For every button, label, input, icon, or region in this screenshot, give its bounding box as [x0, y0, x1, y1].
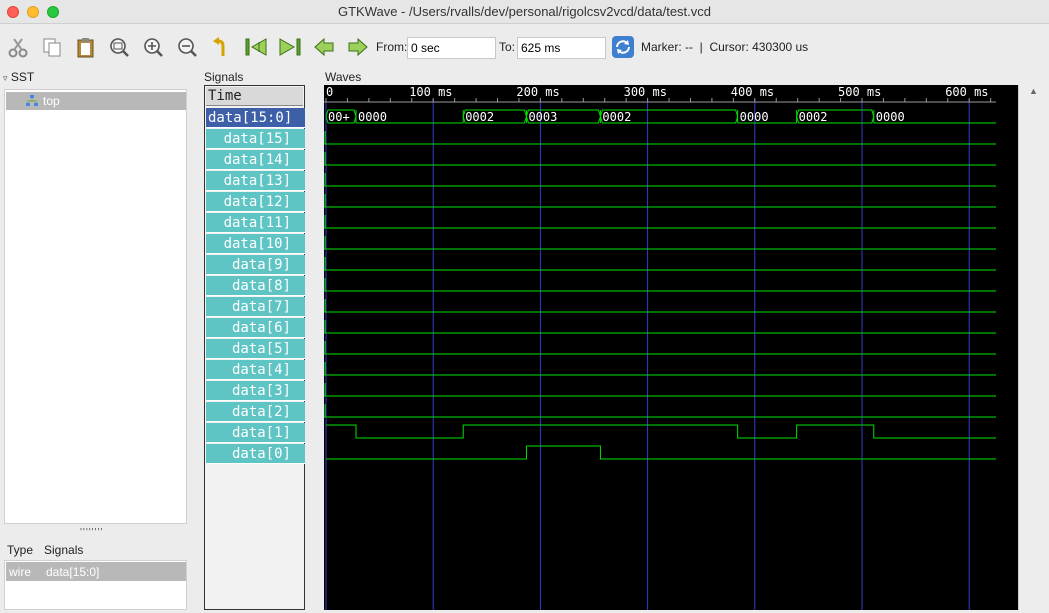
sst-tree-item-top[interactable]: top [6, 92, 186, 110]
zoom-to-end-button[interactable] [278, 35, 302, 59]
signal-row[interactable]: data[12] [206, 192, 305, 212]
copy-button[interactable] [40, 35, 64, 59]
clipboard-icon [77, 38, 94, 58]
window-title: GTKWave - /Users/rvalls/dev/personal/rig… [337, 4, 712, 19]
marker-cursor-readout: Marker: -- | Cursor: 430300 us [641, 40, 809, 54]
hierarchy-icon [26, 95, 38, 106]
paste-button[interactable] [74, 35, 98, 59]
signal-row[interactable]: data[13] [206, 171, 305, 191]
signal-row[interactable]: data[10] [206, 234, 305, 254]
sst-label: SST [10, 70, 35, 84]
signal-row[interactable]: data[8] [206, 276, 305, 296]
signal-row[interactable]: data[14] [206, 150, 305, 170]
bit1-wave [326, 424, 996, 439]
type-column-header: Type [7, 543, 34, 557]
signal-row[interactable]: data[1] [206, 423, 305, 443]
sst-tree-item-label: top [43, 94, 60, 108]
signal-type-row[interactable]: wire data[15:0] [6, 562, 186, 581]
skip-to-end-icon [279, 38, 301, 56]
signal-type-list: wire data[15:0] [4, 560, 187, 610]
from-label: From: [376, 40, 408, 54]
bus-value-label: 00+ [328, 110, 350, 124]
time-tick-label: 500 ms [838, 85, 881, 99]
signal-row[interactable]: data[0] [206, 444, 305, 464]
scissors-icon [8, 38, 28, 58]
signal-row[interactable]: data[3] [206, 381, 305, 401]
waveform-display[interactable]: 0 100 ms 200 ms 300 ms 400 ms 500 ms 600 ms 00+… [324, 85, 1018, 610]
scroll-up-arrow-icon[interactable]: ▲ [1029, 86, 1038, 96]
pane-splitter-handle[interactable]: '''''''' [80, 527, 103, 538]
zoom-fit-icon [110, 38, 129, 57]
title-bar: GTKWave - /Users/rvalls/dev/personal/rig… [0, 0, 1049, 24]
time-header: Time [206, 87, 303, 106]
sst-tree: top [4, 89, 187, 524]
bus-value-label: 0002 [465, 110, 494, 124]
time-tick-label: 100 ms [409, 85, 452, 99]
signal-row[interactable]: data[6] [206, 318, 305, 338]
signal-row[interactable]: data[2] [206, 402, 305, 422]
signals-column-header: Signals [44, 543, 84, 557]
from-time-input[interactable] [407, 37, 496, 59]
signal-row-selected[interactable]: data[15:0] [206, 108, 305, 128]
signals-pane: Time data[15:0] data[15] data[14] data[13] d… [204, 85, 305, 610]
bus-value-label: 0000 [740, 110, 769, 124]
signal-row[interactable]: data[4] [206, 360, 305, 380]
bus-value-label: 0000 [876, 110, 905, 124]
bus-value-label: 0002 [602, 110, 631, 124]
time-tick-label: 400 ms [731, 85, 774, 99]
waves-pane-label: Waves [325, 70, 362, 84]
arrow-left-icon [314, 37, 334, 57]
signal-type: wire [9, 565, 32, 579]
vertical-scrollbar[interactable]: ▲ [1018, 85, 1049, 610]
bus-value-label: 0000 [358, 110, 387, 124]
zoom-fit-button[interactable] [107, 35, 131, 59]
bit0-wave [326, 445, 996, 460]
bus-value-label: 0003 [528, 110, 557, 124]
reload-icon [612, 36, 634, 58]
arrow-right-icon [348, 37, 368, 57]
find-previous-edge-button[interactable] [312, 35, 336, 59]
waves-pane[interactable]: 0 100 ms 200 ms 300 ms 400 ms 500 ms 600 ms 00+… [324, 85, 1018, 610]
signal-row[interactable]: data[5] [206, 339, 305, 359]
to-time-input[interactable] [517, 37, 606, 59]
zoom-in-button[interactable] [141, 35, 165, 59]
toolbar: From: To: Marker: -- | Cursor: 430300 us [0, 25, 1049, 69]
signal-row[interactable]: data[11] [206, 213, 305, 233]
signal-row[interactable]: data[15] [206, 129, 305, 149]
cut-button[interactable] [6, 35, 30, 59]
time-tick-label: 0 [326, 85, 333, 99]
find-next-edge-button[interactable] [346, 35, 370, 59]
undo-zoom-button[interactable] [210, 35, 234, 59]
undo-arrow-icon [213, 37, 225, 56]
signal-row[interactable]: data[9] [206, 255, 305, 275]
signal-name: data[15:0] [46, 565, 100, 579]
zoom-in-icon [144, 38, 163, 57]
zoom-out-button[interactable] [175, 35, 199, 59]
time-tick-label: 300 ms [624, 85, 667, 99]
collapse-triangle-icon: ▿ [3, 73, 8, 83]
time-tick-label: 200 ms [516, 85, 559, 99]
skip-to-start-icon [245, 38, 267, 56]
zoom-to-start-button[interactable] [244, 35, 268, 59]
signal-row[interactable]: data[7] [206, 297, 305, 317]
signals-pane-label: Signals [204, 70, 244, 84]
sst-header[interactable]: ▿ SST [3, 70, 34, 84]
copy-icon [43, 38, 61, 57]
to-label: To: [499, 40, 516, 54]
bus-value-label: 0002 [799, 110, 828, 124]
time-tick-label: 600 ms [945, 85, 988, 99]
zoom-out-icon [178, 38, 197, 57]
reload-button[interactable] [611, 35, 635, 59]
